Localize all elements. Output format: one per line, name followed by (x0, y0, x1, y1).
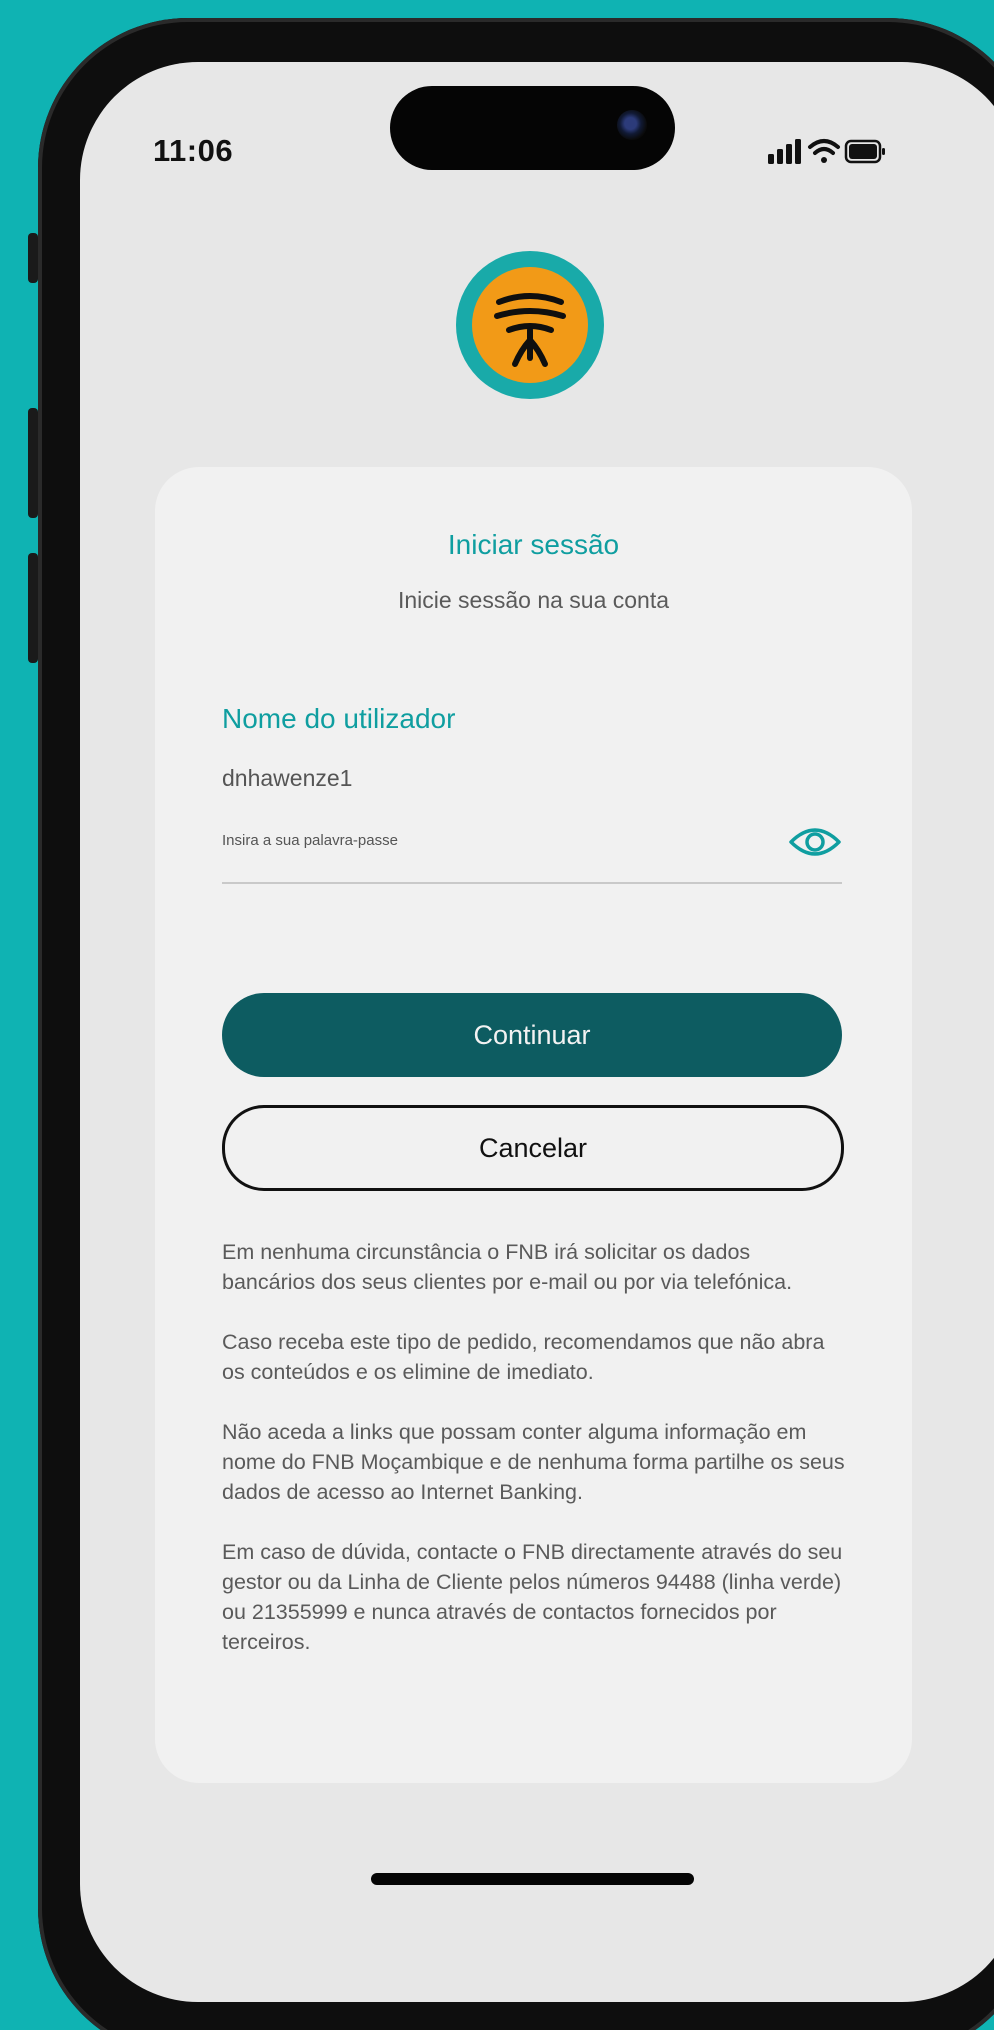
username-label: Nome do utilizador (222, 703, 456, 734)
side-button-volume-up (28, 408, 38, 518)
fnb-tree-logo-icon (456, 251, 604, 399)
cancel-button[interactable]: Cancelar (222, 1105, 844, 1191)
show-password-eye-icon[interactable] (788, 822, 842, 862)
dynamic-island (390, 86, 675, 170)
teal-backdrop: 11:06 Iniciar sessão Inicie sessão na su… (0, 0, 994, 2030)
disclaimer-paragraph: Em caso de dúvida, contacte o FNB direct… (222, 1540, 843, 1654)
wifi-icon (808, 139, 840, 163)
battery-icon (844, 139, 885, 164)
login-card: Iniciar sessão Inicie sessão na sua cont… (155, 467, 912, 1783)
side-button-mute (28, 233, 38, 283)
username-field[interactable]: dnhawenze1 (222, 765, 352, 792)
password-placeholder: Insira a sua palavra-passe (222, 832, 398, 849)
status-icons (768, 139, 885, 164)
status-time: 11:06 (153, 133, 234, 168)
security-disclaimer: Em nenhuma circunstância o FNB irá solic… (222, 1237, 847, 1687)
disclaimer-paragraph: Não aceda a links que possam conter algu… (222, 1420, 845, 1504)
front-camera-icon (617, 110, 647, 140)
disclaimer-paragraph: Caso receba este tipo de pedido, recomen… (222, 1330, 825, 1384)
continue-button[interactable]: Continuar (222, 993, 842, 1077)
password-field[interactable]: Insira a sua palavra-passe (222, 822, 842, 884)
login-title: Iniciar sessão (447, 529, 620, 560)
login-subtitle: Inicie sessão na sua conta (397, 587, 670, 613)
side-button-volume-down (28, 553, 38, 663)
home-indicator[interactable] (371, 1873, 694, 1885)
disclaimer-paragraph: Em nenhuma circunstância o FNB irá solic… (222, 1240, 793, 1294)
signal-icon (768, 139, 801, 164)
